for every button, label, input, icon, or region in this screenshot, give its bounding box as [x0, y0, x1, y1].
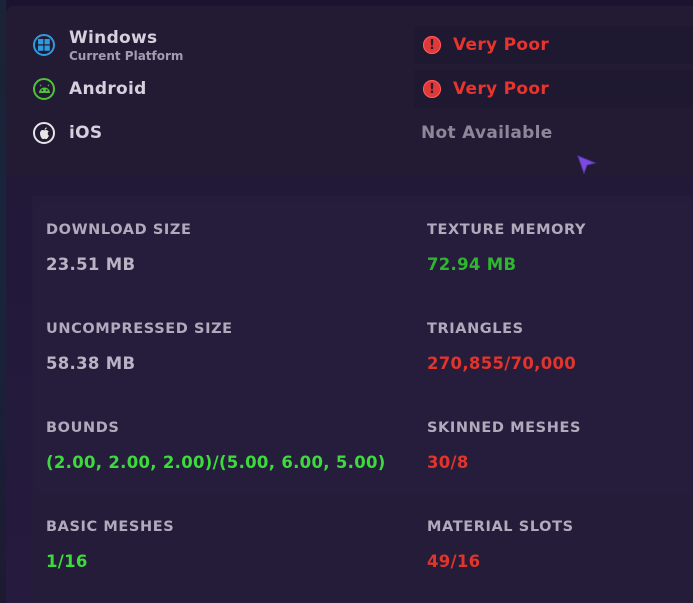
platform-name-windows: Windows: [69, 27, 158, 48]
android-icon: [33, 78, 55, 100]
stat-skinned-meshes: SKINNED MESHES 30/8: [427, 420, 581, 472]
stat-value: 23.51 MB: [46, 255, 136, 274]
mouse-cursor-icon: [576, 154, 598, 180]
stat-value: 72.94 MB: [427, 255, 517, 274]
exclamation-icon: !: [423, 80, 441, 98]
stat-value: 270,855/70,000: [427, 354, 577, 373]
stat-label: UNCOMPRESSED SIZE: [46, 321, 233, 337]
stat-value: 58.38 MB: [46, 354, 136, 373]
status-label: Very Poor: [453, 79, 550, 99]
stat-triangles: TRIANGLES 270,855/70,000: [427, 321, 576, 373]
stat-material-slots: MATERIAL SLOTS 49/16: [427, 519, 574, 571]
status-ios: Not Available: [421, 123, 553, 143]
stat-value: 1/16: [46, 552, 88, 571]
stat-label: SKINNED MESHES: [427, 420, 581, 436]
platform-name-android: Android: [69, 79, 147, 99]
status-android: ! Very Poor: [414, 70, 693, 108]
stat-basic-meshes: BASIC MESHES 1/16: [46, 519, 174, 571]
stat-label: BASIC MESHES: [46, 519, 175, 535]
platform-row-ios: iOS: [33, 115, 102, 151]
performance-panel: Windows Current Platform Android iOS ! V…: [6, 6, 693, 603]
stat-label: BOUNDS: [46, 420, 120, 436]
windows-icon: [33, 34, 55, 56]
stat-value: (2.00, 2.00, 2.00)/(5.00, 6.00, 5.00): [46, 453, 386, 472]
apple-icon: [33, 122, 55, 144]
stat-bounds: BOUNDS (2.00, 2.00, 2.00)/(5.00, 6.00, 5…: [46, 420, 386, 472]
exclamation-icon: !: [423, 36, 441, 54]
stat-label: MATERIAL SLOTS: [427, 519, 574, 535]
platform-row-windows: Windows Current Platform: [33, 27, 183, 63]
stat-uncompressed-size: UNCOMPRESSED SIZE 58.38 MB: [46, 321, 233, 373]
stat-value: 49/16: [427, 552, 481, 571]
stat-label: TEXTURE MEMORY: [427, 222, 587, 238]
platform-row-android: Android: [33, 71, 147, 107]
current-platform-label: Current Platform: [69, 48, 184, 63]
status-label: Very Poor: [453, 35, 550, 55]
stat-download-size: DOWNLOAD SIZE 23.51 MB: [46, 222, 192, 274]
stat-texture-memory: TEXTURE MEMORY 72.94 MB: [427, 222, 586, 274]
status-windows: ! Very Poor: [414, 26, 693, 64]
stat-label: TRIANGLES: [427, 321, 524, 337]
stat-label: DOWNLOAD SIZE: [46, 222, 192, 238]
platform-name-ios: iOS: [69, 123, 103, 143]
stat-value: 30/8: [427, 453, 469, 472]
